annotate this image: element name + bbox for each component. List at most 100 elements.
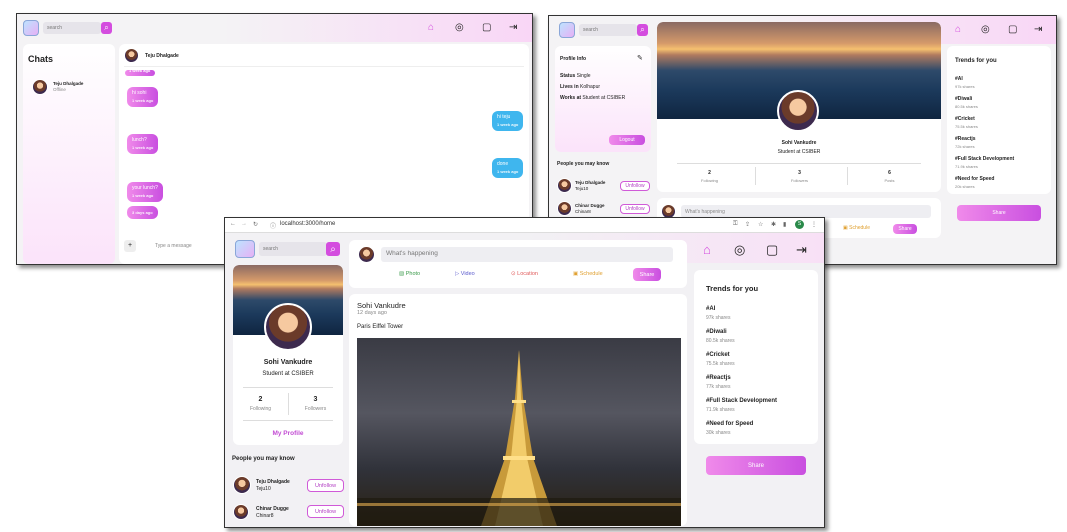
post-composer: What's happening ▧ Photo ▷ Video ⊙ Locat… <box>349 240 687 288</box>
search-button[interactable]: ⌕ <box>101 22 112 34</box>
reload-icon[interactable]: ↻ <box>253 221 258 228</box>
calendar-icon: ▣ <box>843 225 848 231</box>
extensions-icon[interactable]: ✱ <box>771 221 776 228</box>
post-caption: Paris Eiffel Tower <box>357 324 404 330</box>
message-time: 3 days ago <box>132 210 153 215</box>
trend-count: 20k shares <box>955 184 975 189</box>
share-button[interactable]: Share <box>706 456 806 475</box>
avatar <box>124 48 139 63</box>
search-icon: ⌕ <box>330 243 336 255</box>
message-icon[interactable]: ▢ <box>1008 24 1017 35</box>
message-text: done <box>497 161 509 167</box>
avatar <box>557 201 572 216</box>
share-button[interactable]: Share <box>957 205 1041 221</box>
share-button[interactable]: Share <box>893 224 917 234</box>
trends-card: Trends for you #AI 97k shares #Diwali 80… <box>694 270 818 444</box>
key-icon[interactable]: ⚿ <box>733 221 738 228</box>
profile-name: Sohi Vankudre <box>781 140 817 146</box>
post-author: Sohi Vankudre <box>357 301 406 310</box>
search-button[interactable]: ⌕ <box>637 24 648 36</box>
home-icon[interactable]: ⌂ <box>703 242 711 257</box>
menu-icon[interactable]: ⋮ <box>811 221 817 228</box>
trend-count: 71.9k shares <box>706 407 735 413</box>
message-time: 1 week ago <box>497 169 519 174</box>
unfollow-button[interactable]: Unfollow <box>620 181 650 191</box>
unfollow-button[interactable]: Unfollow <box>620 204 650 214</box>
trend-count: 71.9k shares <box>955 164 978 169</box>
search-button[interactable]: ⌕ <box>326 242 340 256</box>
search-input[interactable]: search <box>43 22 101 34</box>
image-icon: ▧ <box>399 271 405 277</box>
divider <box>243 387 333 388</box>
trends-title: Trends for you <box>706 284 759 293</box>
lives-value: Kolhapur <box>580 84 601 90</box>
divider <box>677 163 921 164</box>
contact-name[interactable]: Teju Dhalgade <box>53 81 83 86</box>
trend-tag: #Reactjs <box>706 375 731 381</box>
search-input[interactable]: search <box>579 24 637 36</box>
logout-icon[interactable]: ⇥ <box>1034 24 1042 35</box>
unfollow-button[interactable]: Unfollow <box>307 479 344 492</box>
trend-count: 77k shares <box>706 384 731 390</box>
works-row: Works at Student at CSIBER <box>560 95 625 101</box>
schedule-action[interactable]: ▣ Schedule <box>573 271 603 277</box>
logout-icon[interactable]: ⇥ <box>509 22 517 33</box>
logout-button[interactable]: Logout <box>609 135 645 145</box>
app-logo[interactable] <box>235 240 255 258</box>
post-image[interactable] <box>357 338 681 526</box>
stat-value: 2 <box>708 170 711 176</box>
trend-count: 72k shares <box>955 144 975 149</box>
photo-label: Photo <box>405 271 421 277</box>
message-text: lunch? <box>132 137 147 143</box>
people-title: People you may know <box>232 456 295 462</box>
logout-icon[interactable]: ⇥ <box>796 242 807 258</box>
video-action[interactable]: ▷ Video <box>455 271 475 277</box>
status-row: Status Single <box>560 73 591 79</box>
person-handle: Teju10 <box>575 186 589 191</box>
schedule-action[interactable]: ▣ Schedule <box>843 225 870 231</box>
trend-count: 75.5k shares <box>706 361 735 367</box>
message-input[interactable]: Type a message <box>155 243 192 249</box>
person-handle: Chinar8 <box>575 209 591 214</box>
message-bubble: 3 days ago <box>127 206 158 219</box>
star-icon[interactable]: ☆ <box>758 221 763 228</box>
app-logo[interactable] <box>559 22 575 38</box>
trend-tag: #Need for Speed <box>955 176 995 182</box>
forward-icon[interactable]: → <box>241 221 247 227</box>
pencil-icon[interactable]: ✎ <box>637 54 643 62</box>
divider <box>288 393 289 415</box>
stat-label: Followers <box>304 406 327 412</box>
app-logo[interactable] <box>23 20 39 36</box>
eiffel-tower-illustration <box>357 350 681 526</box>
message-icon[interactable]: ▢ <box>766 242 778 258</box>
share-page-icon[interactable]: ⇪ <box>745 221 750 228</box>
back-icon[interactable]: ← <box>230 221 236 227</box>
search-input[interactable]: search <box>259 242 327 256</box>
unfollow-button[interactable]: Unfollow <box>307 505 344 518</box>
lives-label: Lives in <box>560 84 579 90</box>
person-name: Chinar Dugge <box>256 506 289 512</box>
home-icon[interactable]: ⌂ <box>955 24 961 35</box>
stat-value: 3 <box>313 396 318 403</box>
address-bar[interactable]: localhost:3000/home <box>280 221 335 227</box>
trend-tag: #Reactjs <box>955 136 976 142</box>
location-action[interactable]: ⊙ Location <box>511 271 538 277</box>
share-button[interactable]: Share <box>633 268 661 281</box>
photo-action[interactable]: ▧ Photo <box>399 271 420 277</box>
trend-count: 97k shares <box>955 84 975 89</box>
sidebar-icon[interactable]: ▮ <box>783 221 786 228</box>
message-time: 1 week ago <box>132 193 154 198</box>
search-icon: ⌕ <box>640 25 645 34</box>
home-icon[interactable]: ⌂ <box>428 22 434 33</box>
user-circle-icon[interactable]: ◎ <box>734 242 745 258</box>
user-circle-icon[interactable]: ◎ <box>981 24 990 35</box>
attach-button[interactable]: + <box>124 240 136 252</box>
message-text: your lunch? <box>132 185 158 191</box>
browser-avatar[interactable]: S <box>795 220 804 229</box>
message-time: 1 week ago <box>129 68 151 73</box>
user-circle-icon[interactable]: ◎ <box>455 22 464 33</box>
whats-happening-input[interactable]: What's happening <box>381 247 673 262</box>
profile-role: Student at CSIBER <box>777 149 821 155</box>
my-profile-link[interactable]: My Profile <box>233 430 343 437</box>
message-icon[interactable]: ▢ <box>482 22 491 33</box>
